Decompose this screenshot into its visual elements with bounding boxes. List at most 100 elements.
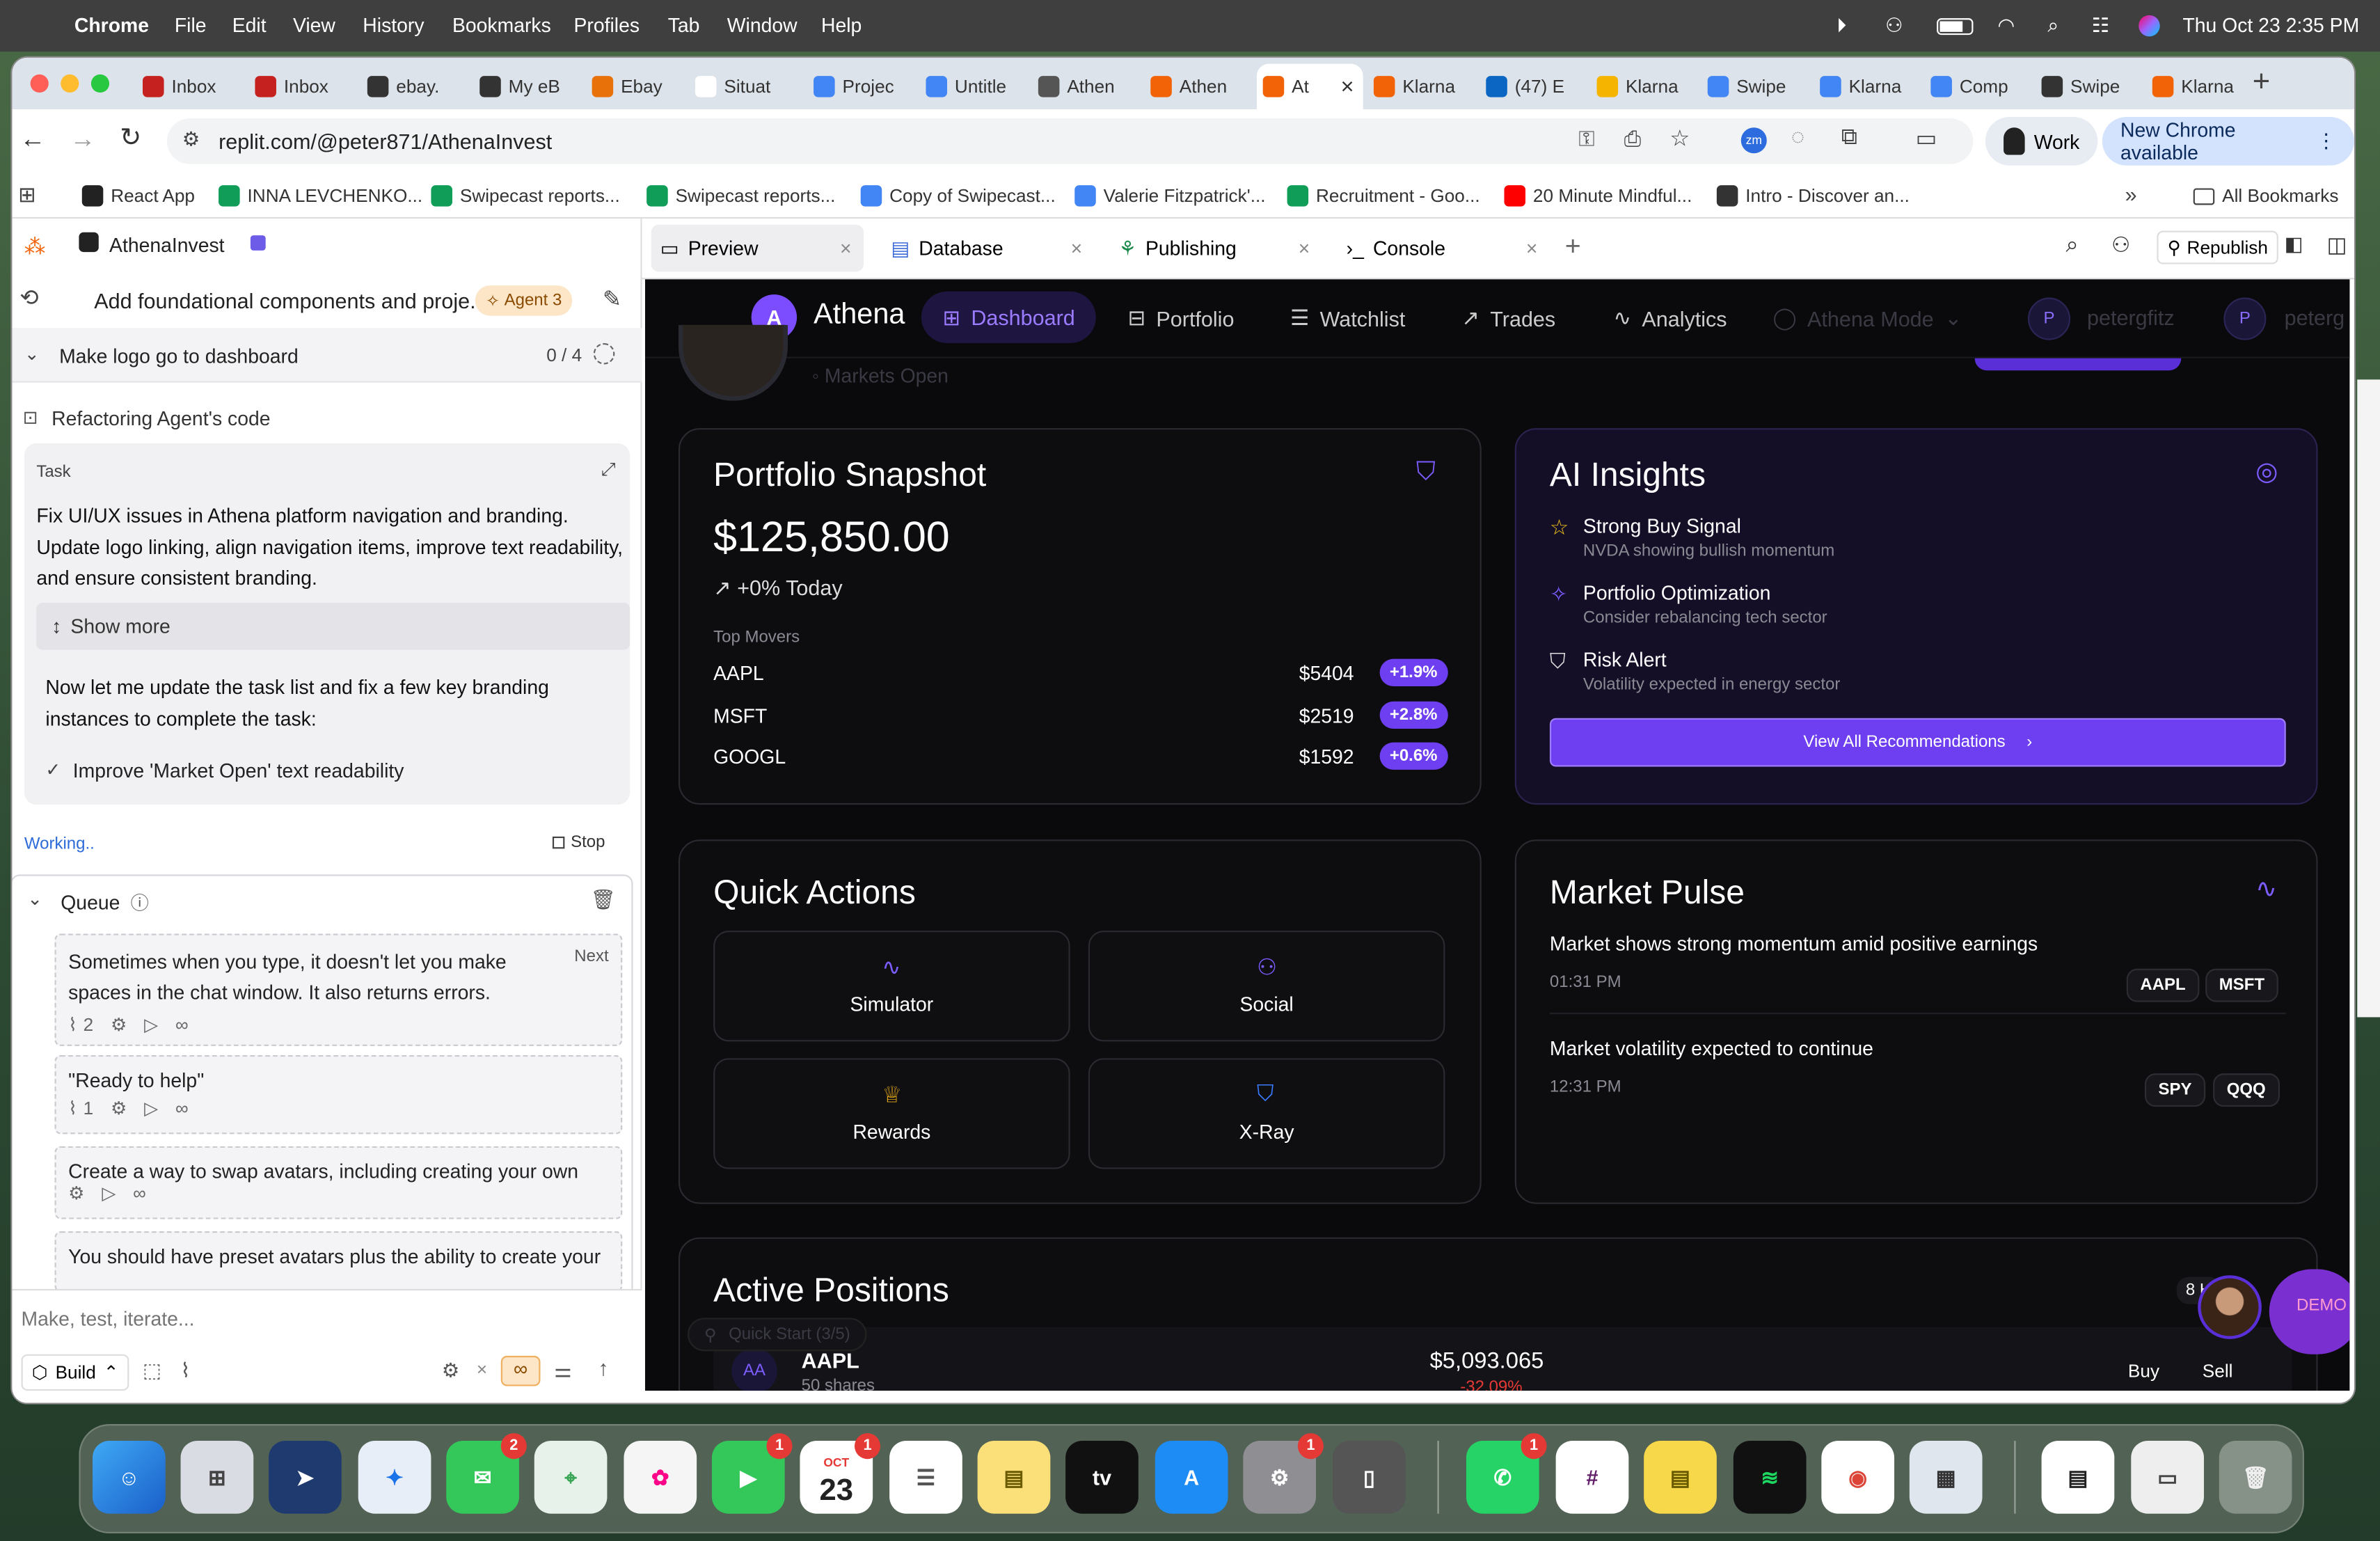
stickies-icon[interactable]: ▤ [1644,1441,1717,1514]
app-store-icon[interactable]: A [1155,1441,1228,1514]
browser-tab[interactable]: ebay. [361,67,464,106]
select-element-icon[interactable]: ⬚ [143,1359,161,1383]
new-chat-icon[interactable]: ✎ [603,285,621,313]
bookmark-item[interactable]: Recruitment - Goo... [1287,185,1480,207]
stop-button[interactable]: Stop [552,834,605,852]
brand-name[interactable]: Athena [814,299,905,333]
spotify-icon[interactable]: ≋ [1733,1441,1807,1514]
browser-tab[interactable]: (47) E [1480,67,1583,106]
browser-tab-active[interactable]: At × [1256,63,1363,110]
omnibox[interactable]: ⚙ replit.com/@peter871/AthenaInvest ⚿ ⎙ … [166,118,1974,164]
athena-mode-toggle[interactable]: ◯ Athena Mode ⌄ [1773,305,1962,331]
chrome-icon[interactable]: ◉ [1821,1441,1895,1514]
republish-button[interactable]: ⚲ Republish [2157,230,2279,264]
site-info-icon[interactable]: ⚙ [182,127,200,152]
menubar-datetime[interactable]: Thu Oct 23 2:35 PM [2182,14,2359,37]
slack-icon[interactable]: # [1555,1441,1629,1514]
simulator-action[interactable]: ∿ Simulator [713,931,1070,1042]
people-icon[interactable]: ⚇ [1885,14,1903,38]
safari-icon[interactable]: ✦ [358,1441,431,1514]
control-center-icon[interactable]: ☷ [2092,14,2109,38]
agent-badge[interactable]: ✧ Agent 3 [475,285,573,316]
checklist-header[interactable]: ⌄ Make logo go to dashboard 0 / 4 [12,328,642,383]
xray-action[interactable]: ⛉ X-Ray [1088,1058,1445,1169]
show-more-button[interactable]: ↕ Show more [36,602,630,650]
whatsapp-icon[interactable]: ✆ 1 [1466,1433,1547,1514]
system-settings-icon[interactable]: ⚙ 1 [1243,1433,1324,1514]
social-action[interactable]: ⚇ Social [1088,931,1445,1042]
menubar-app-name[interactable]: Chrome [74,14,149,37]
menu-help[interactable]: Help [821,14,862,37]
mover-row[interactable]: GOOGL $1592 +0.6% [713,741,1448,774]
view-recommendations-button[interactable]: View All Recommendations › [1549,718,2286,767]
close-window-button[interactable] [30,74,49,93]
user-name-truncated[interactable]: peterg [2285,305,2345,329]
side-panel-icon[interactable]: ▭ [1916,125,1937,152]
rewards-action[interactable]: ♕ Rewards [713,1058,1070,1169]
launchpad-icon[interactable]: ⊞ [180,1441,254,1514]
ticker-tag[interactable]: MSFT [2205,968,2278,1002]
extension-icon[interactable]: ◌ [1791,125,1804,150]
expand-icon[interactable]: ⤢ [601,459,616,482]
zoom-window-button[interactable] [90,74,110,93]
close-tab-icon[interactable]: × [1340,74,1354,100]
buy-button[interactable]: Buy [2128,1360,2159,1382]
password-key-icon[interactable]: ⚿ [1578,126,1594,152]
reload-icon[interactable]: ↻ [120,123,141,154]
close-tab-icon[interactable]: × [1299,237,1310,260]
browser-tab[interactable]: Klarna [1814,67,1917,106]
bookmark-item[interactable]: Swipecast reports... [646,185,835,207]
calendar-icon[interactable]: OCT 23 1 [800,1433,881,1514]
browser-tab[interactable]: Situat [689,67,798,106]
bookmark-item[interactable]: Valerie Fitzpatrick'... [1074,185,1266,207]
photos-icon[interactable]: ✿ [624,1441,697,1514]
queue-item[interactable]: "Ready to help" ⌇1 ⚙ ▷ ∞ [54,1054,623,1135]
nav-analytics[interactable]: ∿ Analytics [1614,305,1727,331]
nav-dashboard[interactable]: ⊞ Dashboard [921,291,1097,343]
menu-history[interactable]: History [363,14,424,37]
wifi-icon[interactable]: ◠ [1997,14,2015,38]
user-name[interactable]: petergfitz [2087,305,2175,329]
trash-icon[interactable]: 🗑 [590,888,615,912]
queue-item[interactable]: Create a way to swap avatars, including … [54,1146,623,1219]
assistant-avatar[interactable] [2198,1275,2262,1339]
mover-row[interactable]: MSFT $2519 +2.8% [713,699,1448,732]
queue-chevron-icon[interactable]: ⌄ [27,888,42,910]
spark-mail-icon[interactable]: ➤ [269,1441,342,1514]
iphone-mirroring-icon[interactable]: ▯ [1333,1441,1406,1514]
facetime-icon[interactable]: ▶ 1 [711,1433,793,1514]
ticker-tag[interactable]: QQQ [2213,1073,2280,1107]
reminders-icon[interactable]: ☰ [889,1441,962,1514]
browser-tab[interactable]: Projec [807,67,910,106]
back-icon[interactable]: ← [19,125,45,155]
quick-start-chip[interactable]: ⚲ Quick Start (3/5) [688,1318,867,1352]
close-tab-icon[interactable]: × [1526,237,1538,260]
bookmark-item[interactable]: React App [81,185,195,207]
browser-tab[interactable]: Untitle [920,67,1023,106]
siri-icon[interactable] [2139,15,2160,37]
bookmark-item[interactable]: 20 Minute Mindful... [1504,185,1692,207]
url-text[interactable]: replit.com/@peter871/AthenaInvest [219,129,552,153]
more-menu-icon[interactable]: ⋮ [2316,129,2335,153]
recent-window-icon[interactable]: ▭ [2131,1441,2204,1514]
finder-icon[interactable]: ☺ [93,1441,166,1514]
play-icon[interactable]: ⏵ [1836,14,1846,38]
cpu-icon[interactable]: ⚙ [442,1359,459,1383]
tab-publishing[interactable]: ⚘ Publishing × [1109,225,1322,272]
browser-tab[interactable]: Athen [1145,67,1248,106]
project-name[interactable]: AthenaInvest [109,234,225,257]
info-icon[interactable]: ⓘ [131,890,149,915]
browser-tab[interactable]: My eB [474,67,577,106]
tab-preview[interactable]: ▭ Preview × [651,224,864,272]
hero-button-edge[interactable] [1974,358,2182,371]
news-headline[interactable]: Market shows strong momentum amid positi… [1550,932,2038,955]
news-headline[interactable]: Market volatility expected to continue [1550,1037,1873,1060]
queue-item[interactable]: Sometimes when you type, it doesn't let … [54,933,623,1046]
ticker-tag[interactable]: SPY [2144,1073,2206,1107]
update-chrome-button[interactable]: New Chrome available ⋮ [2102,116,2354,166]
chevron-down-icon[interactable]: ⌄ [24,343,40,365]
tab-database[interactable]: ▤ Database × [882,225,1094,272]
messages-icon[interactable]: ✉ 2 [446,1433,527,1514]
menu-file[interactable]: File [175,14,207,37]
browser-tab[interactable]: Inbox [136,67,239,106]
